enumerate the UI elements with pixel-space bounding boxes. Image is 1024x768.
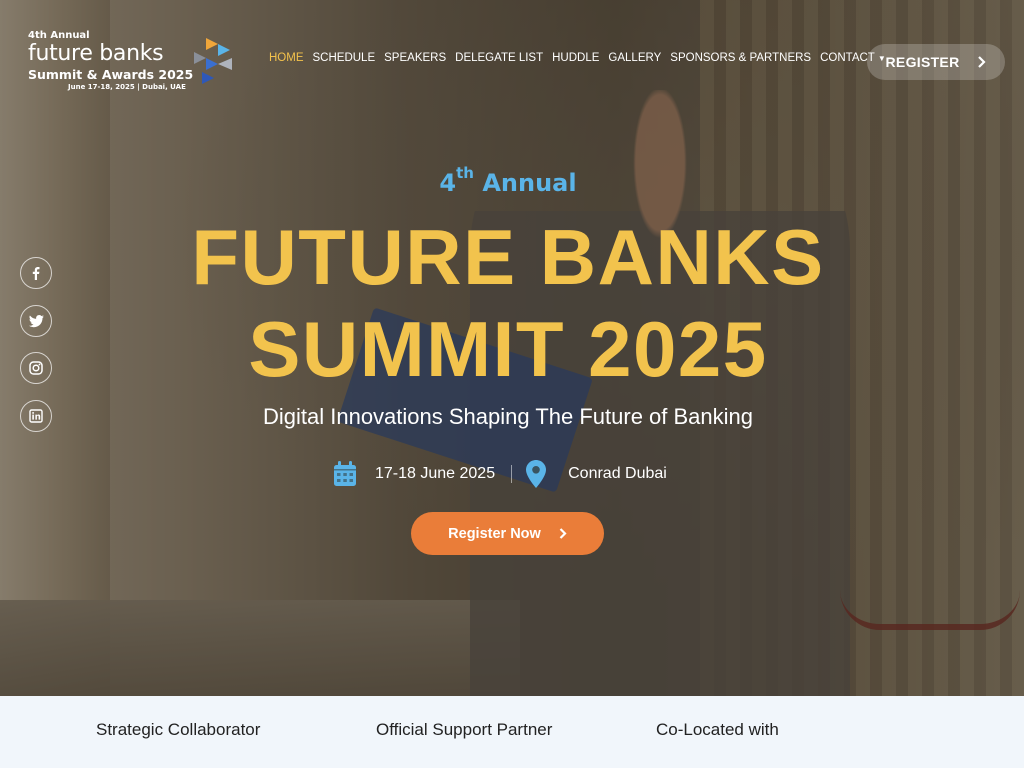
nav-home[interactable]: HOME	[269, 52, 304, 68]
register-button-label: REGISTER	[885, 54, 960, 70]
logo-event-date: June 17-18, 2025 | Dubai, UAE	[68, 83, 186, 91]
register-now-button[interactable]: Register Now	[411, 512, 604, 555]
partner-label-strategic: Strategic Collaborator	[96, 720, 261, 739]
logo-event-name: Summit & Awards 2025	[28, 67, 194, 82]
nav-huddle[interactable]: HUDDLE	[552, 52, 599, 68]
nav-gallery[interactable]: GALLERY	[608, 52, 661, 68]
event-venue: Conrad Dubai	[568, 465, 667, 482]
nav-schedule[interactable]: SCHEDULE	[313, 52, 376, 68]
nav-sponsors-partners[interactable]: SPONSORS & PARTNERS	[670, 52, 811, 68]
event-date: 17-18 June 2025	[375, 465, 496, 482]
partners-strip: Strategic Collaborator Official Support …	[0, 696, 1024, 768]
main-nav: HOME SCHEDULE SPEAKERS DELEGATE LIST HUD…	[269, 52, 886, 68]
chevron-right-icon	[559, 528, 567, 539]
nav-speakers[interactable]: SPEAKERS	[384, 52, 446, 68]
logo-brand-name: future banks	[28, 41, 164, 66]
location-pin-icon	[526, 460, 547, 488]
hero-edition-number: 4	[439, 169, 457, 197]
site-logo[interactable]: 4th Annual future banks Summit & Awards …	[28, 30, 243, 94]
hero-edition-suffix: th	[456, 164, 474, 182]
register-button[interactable]: REGISTER	[867, 44, 1005, 80]
register-now-label: Register Now	[448, 525, 541, 542]
chevron-right-icon	[978, 56, 987, 68]
partner-label-colocated: Co-Located with	[656, 720, 779, 739]
partner-label-support: Official Support Partner	[376, 720, 553, 739]
hero-section: 4th Annual future banks Summit & Awards …	[0, 0, 1024, 696]
hero-subtitle: Digital Innovations Shaping The Future o…	[262, 404, 753, 429]
event-meta: 17-18 June 2025 Conrad Dubai	[333, 460, 667, 488]
hero-title-line-2: SUMMIT 2025	[248, 305, 768, 393]
hero-title-line-1: FUTURE BANKS	[191, 213, 825, 301]
hero-edition: 4th Annual	[0, 164, 1016, 197]
logo-mark-icon	[194, 38, 232, 84]
logo-edition: 4th Annual	[28, 30, 90, 41]
meta-divider	[511, 465, 513, 483]
nav-delegate-list[interactable]: DELEGATE LIST	[455, 52, 543, 68]
hero-edition-word: Annual	[482, 169, 577, 197]
calendar-icon	[334, 461, 356, 486]
